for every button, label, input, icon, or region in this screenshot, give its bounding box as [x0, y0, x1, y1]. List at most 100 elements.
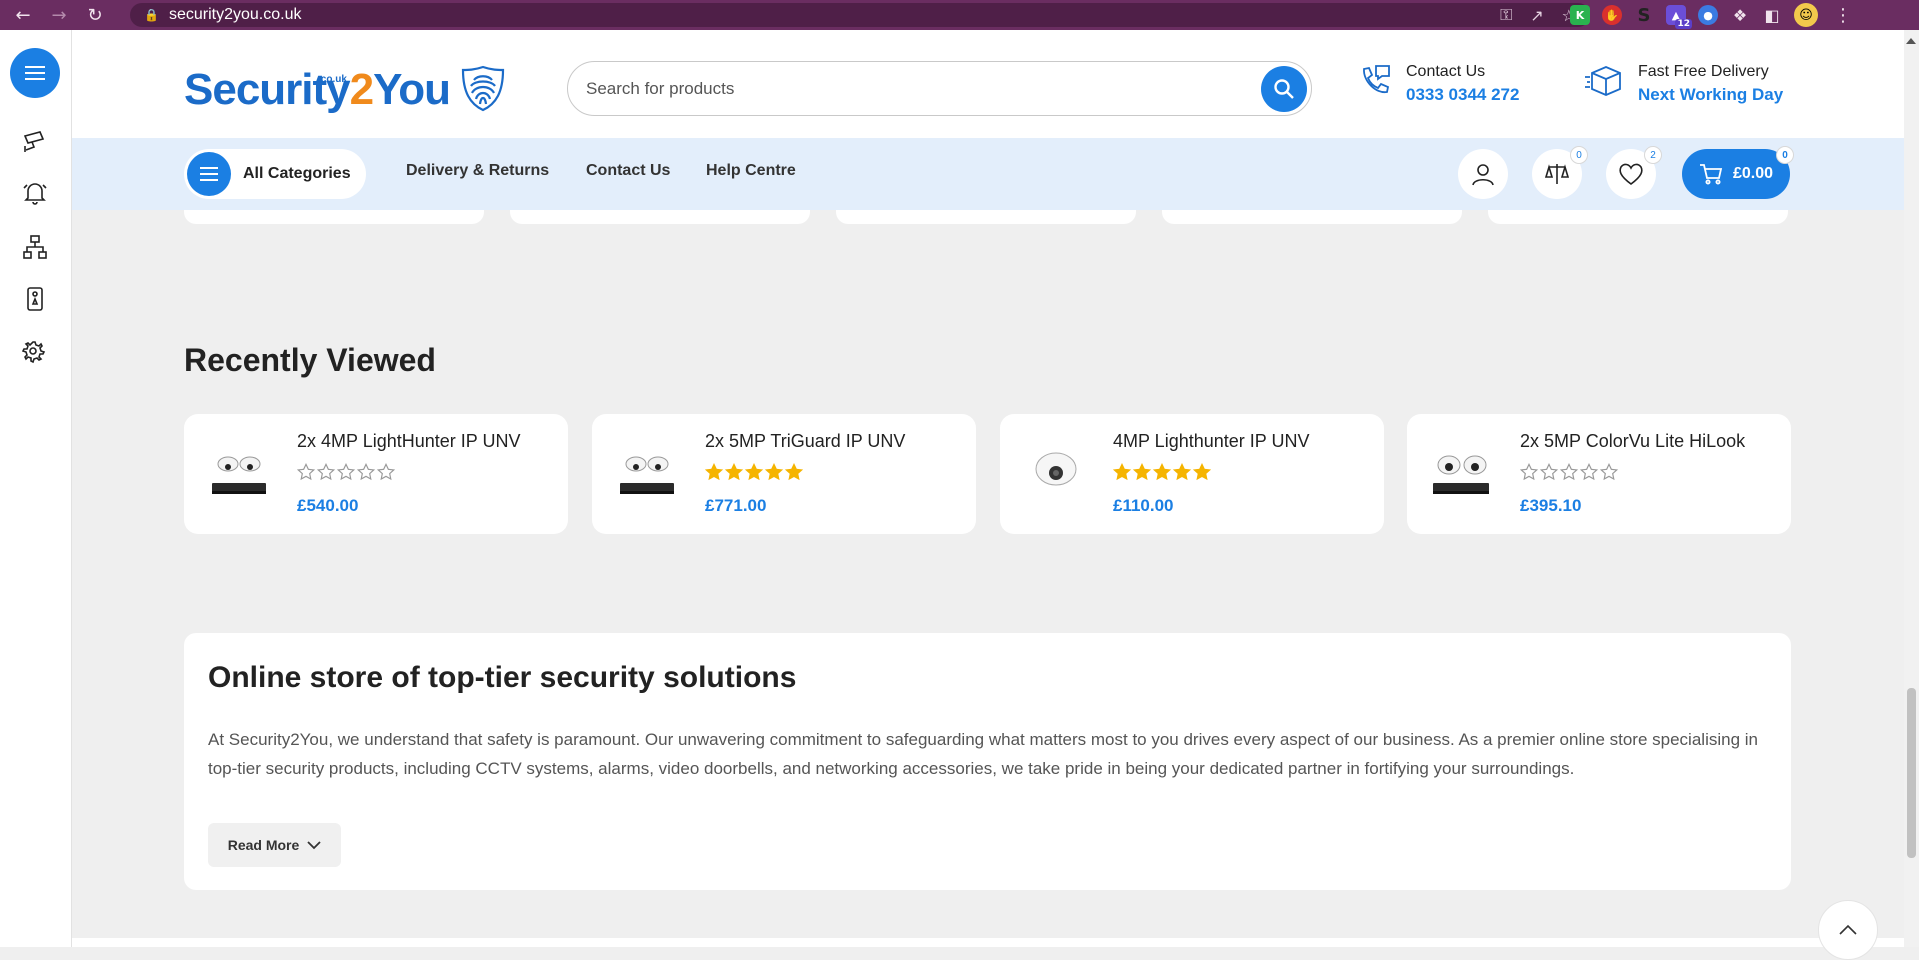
rating-stars — [705, 463, 803, 481]
product-title[interactable]: 4MP Lighthunter IP UNV — [1113, 431, 1309, 452]
product-price: £110.00 — [1113, 496, 1174, 515]
product-price: £540.00 — [297, 496, 359, 515]
rating-stars — [1520, 463, 1618, 481]
chevron-up-icon — [1839, 924, 1857, 935]
logo-wordmark: Security2You — [184, 65, 451, 114]
cart-button[interactable]: £0.00 0 — [1682, 146, 1794, 199]
star-empty-icon — [377, 463, 395, 481]
extension-globe-icon[interactable]: ● — [1698, 5, 1718, 25]
lock-icon: 🔒 — [144, 8, 159, 22]
star-empty-icon — [317, 463, 335, 481]
product-title[interactable]: 2x 4MP LightHunter IP UNV — [297, 431, 520, 452]
star-empty-icon — [1560, 463, 1578, 481]
account-button[interactable] — [1458, 149, 1508, 199]
extensions-puzzle-icon[interactable]: ❖ — [1730, 5, 1750, 25]
reload-icon[interactable]: ↻ — [82, 2, 108, 28]
nav-link-contact-us[interactable]: Contact Us — [586, 162, 670, 180]
scrollbar-thumb[interactable] — [1907, 688, 1916, 858]
product-card-partial — [1162, 210, 1462, 224]
chevron-down-icon — [307, 841, 321, 850]
star-filled-icon — [705, 463, 723, 481]
contact-phone[interactable]: 0333 0344 272 — [1406, 85, 1519, 105]
key-icon[interactable]: ⚿ — [1500, 5, 1512, 25]
delivery-subtitle: Next Working Day — [1638, 85, 1784, 104]
logo-part-b: 2 — [349, 65, 375, 114]
product-thumbnail — [620, 456, 674, 494]
forward-icon[interactable]: → — [46, 2, 72, 28]
product-thumbnail — [1433, 455, 1489, 494]
search-box — [567, 61, 1312, 116]
recently-viewed-card[interactable]: 2x 4MP LightHunter IP UNV £540.00 — [184, 414, 568, 534]
compare-button[interactable]: 0 — [1532, 146, 1588, 199]
address-bar[interactable]: 🔒 security2you.co.uk ⚿ ↗ ☆ — [130, 3, 1590, 27]
browser-toolbar: ← → ↻ 🔒 security2you.co.uk ⚿ ↗ ☆ K ✋ S ▲… — [0, 0, 1919, 30]
about-title: Online store of top-tier security soluti… — [208, 661, 797, 694]
delivery-block: Fast Free Delivery Next Working Day — [1584, 63, 1783, 105]
about-section: Online store of top-tier security soluti… — [184, 633, 1791, 890]
side-panel-icon[interactable]: ◧ — [1762, 5, 1782, 25]
extension-graduation-icon[interactable]: ▲ 12 — [1666, 5, 1692, 29]
about-text: At Security2You, we understand that safe… — [208, 730, 1758, 778]
star-filled-icon — [1153, 463, 1171, 481]
compare-scales-icon — [1544, 164, 1570, 184]
phone-chat-icon — [1363, 65, 1390, 93]
page-scrollbar[interactable] — [1904, 30, 1919, 947]
all-categories-button[interactable]: All Categories — [184, 149, 366, 199]
settings-gear-icon[interactable] — [20, 336, 50, 366]
wishlist-button[interactable]: 2 — [1606, 146, 1662, 199]
network-icon[interactable] — [20, 232, 50, 262]
recently-viewed-title: Recently Viewed — [184, 342, 436, 378]
star-empty-icon — [1600, 463, 1618, 481]
wishlist-count: 2 — [1644, 146, 1662, 164]
search-button[interactable] — [1261, 66, 1307, 112]
star-empty-icon — [1580, 463, 1598, 481]
star-filled-icon — [785, 463, 803, 481]
product-title[interactable]: 2x 5MP TriGuard IP UNV — [705, 431, 905, 452]
cart-count: 0 — [1776, 146, 1794, 164]
site-header: Security2You .co.uk Contact Us 0333 0344… — [72, 30, 1919, 138]
product-thumbnail — [1035, 452, 1077, 486]
recently-viewed-card[interactable]: 2x 5MP TriGuard IP UNV £771.00 — [592, 414, 976, 534]
profile-avatar[interactable]: ☺ — [1794, 3, 1818, 27]
intercom-icon[interactable] — [20, 284, 50, 314]
rail-menu-button[interactable] — [10, 48, 60, 98]
read-more-label: Read More — [227, 837, 300, 853]
browser-menu-icon[interactable]: ⋮ — [1834, 5, 1852, 26]
star-empty-icon — [337, 463, 355, 481]
star-filled-icon — [725, 463, 743, 481]
nav-link-delivery-returns[interactable]: Delivery & Returns — [406, 162, 549, 180]
product-card-partial — [510, 210, 810, 224]
cctv-camera-icon[interactable] — [20, 126, 50, 156]
recently-viewed-card[interactable]: 4MP Lighthunter IP UNV £110.00 — [1000, 414, 1384, 534]
extension-s-icon[interactable]: S — [1634, 5, 1654, 26]
search-icon — [1274, 79, 1294, 99]
star-empty-icon — [1540, 463, 1558, 481]
cart-total: £0.00 — [1732, 165, 1774, 182]
read-more-button[interactable]: Read More — [208, 823, 341, 867]
back-icon[interactable]: ← — [10, 2, 36, 28]
main-navbar: All Categories Delivery & Returns Contac… — [72, 138, 1919, 210]
delivery-title: Fast Free Delivery — [1638, 63, 1769, 80]
extensions-bar: K ✋ S ▲ 12 ● ❖ ◧ ☺ ⋮ — [1570, 3, 1852, 29]
star-empty-icon — [357, 463, 375, 481]
share-icon[interactable]: ↗ — [1530, 6, 1543, 25]
contact-block[interactable]: Contact Us 0333 0344 272 — [1358, 63, 1519, 105]
back-to-top-button[interactable] — [1818, 900, 1878, 960]
extension-stop-icon[interactable]: ✋ — [1602, 5, 1622, 25]
text-fade-overlay — [184, 783, 1791, 833]
extension-k-icon[interactable]: K — [1570, 5, 1590, 25]
cart-icon — [1699, 164, 1723, 185]
product-title[interactable]: 2x 5MP ColorVu Lite HiLook — [1520, 431, 1745, 452]
rating-stars — [297, 463, 395, 481]
search-input[interactable] — [586, 75, 1236, 103]
logo-part-c: You — [373, 65, 451, 114]
product-price: £395.10 — [1520, 496, 1582, 515]
scroll-up-arrow-icon[interactable] — [1906, 38, 1916, 44]
nav-link-help-centre[interactable]: Help Centre — [706, 162, 796, 180]
site-logo[interactable]: Security2You — [184, 64, 506, 112]
recently-viewed-card[interactable]: 2x 5MP ColorVu Lite HiLook £395.10 — [1407, 414, 1791, 534]
logo-domain: .co.uk — [318, 74, 347, 85]
alarm-bell-icon[interactable] — [20, 178, 50, 208]
star-empty-icon — [297, 463, 315, 481]
user-icon — [1472, 164, 1494, 186]
